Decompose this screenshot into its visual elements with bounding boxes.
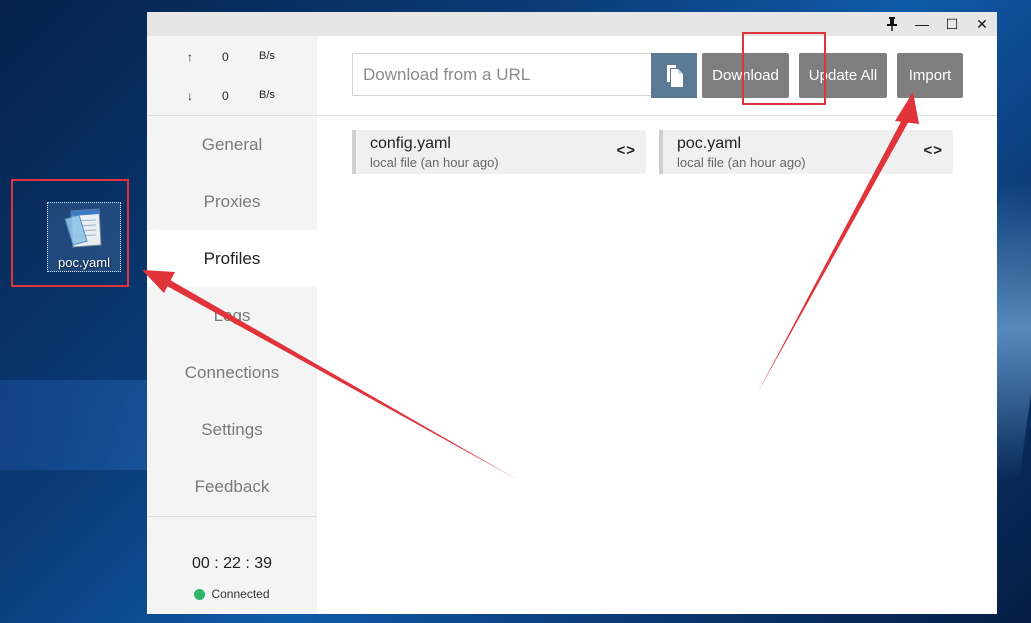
pin-button[interactable] bbox=[877, 12, 907, 36]
sidebar: ↑ 0 B/s ↓ 0 B/s General Proxies Profiles… bbox=[147, 36, 317, 614]
uptime-timer: 00 : 22 : 39 bbox=[191, 555, 273, 572]
sidebar-item-feedback[interactable]: Feedback bbox=[147, 458, 317, 515]
connection-status-panel: 00 : 22 : 39 Connected bbox=[147, 516, 317, 615]
download-unit: B/s bbox=[259, 89, 275, 101]
sidebar-item-logs[interactable]: Logs bbox=[147, 287, 317, 344]
minimize-button[interactable]: — bbox=[907, 12, 937, 36]
maximize-button[interactable]: ☐ bbox=[937, 12, 967, 36]
profile-card-poc[interactable]: poc.yaml local file (an hour ago) <> bbox=[659, 130, 953, 174]
download-speed: ↓ 0 B/s bbox=[147, 86, 317, 106]
profile-subtitle: local file (an hour ago) bbox=[370, 155, 499, 170]
desktop-light-streak bbox=[0, 380, 150, 470]
profile-name: config.yaml bbox=[370, 135, 451, 152]
pin-icon bbox=[887, 17, 897, 31]
paste-icon bbox=[667, 64, 683, 87]
status-badge: Connected bbox=[147, 587, 317, 601]
profile-subtitle: local file (an hour ago) bbox=[677, 155, 806, 170]
title-bar: — ☐ ✕ bbox=[147, 12, 997, 36]
upload-value: 0 bbox=[222, 50, 229, 64]
edit-code-icon[interactable]: <> bbox=[923, 142, 943, 159]
profiles-toolbar: Download Update All Import bbox=[317, 36, 997, 116]
upload-speed: ↑ 0 B/s bbox=[147, 47, 317, 67]
profile-card-config[interactable]: config.yaml local file (an hour ago) <> bbox=[352, 130, 646, 174]
close-button[interactable]: ✕ bbox=[967, 12, 997, 36]
annotation-highlight-box bbox=[742, 32, 826, 105]
sidebar-item-profiles[interactable]: Profiles bbox=[147, 230, 317, 287]
upload-arrow-icon: ↑ bbox=[187, 50, 193, 64]
profile-name: poc.yaml bbox=[677, 135, 742, 152]
traffic-monitor: ↑ 0 B/s ↓ 0 B/s bbox=[147, 36, 317, 116]
sidebar-item-settings[interactable]: Settings bbox=[147, 401, 317, 458]
app-window: — ☐ ✕ ↑ 0 B/s ↓ 0 B/s General Proxies Pr… bbox=[147, 12, 997, 614]
download-value: 0 bbox=[222, 89, 229, 103]
url-input[interactable] bbox=[352, 53, 651, 96]
edit-code-icon[interactable]: <> bbox=[616, 142, 636, 159]
status-text: Connected bbox=[211, 587, 270, 601]
upload-unit: B/s bbox=[259, 50, 275, 62]
sidebar-item-general[interactable]: General bbox=[147, 116, 317, 173]
profiles-panel: Download Update All Import config.yaml l… bbox=[317, 36, 997, 614]
download-arrow-icon: ↓ bbox=[187, 89, 193, 103]
sidebar-item-connections[interactable]: Connections bbox=[147, 344, 317, 401]
status-dot-icon bbox=[194, 588, 206, 600]
paste-button[interactable] bbox=[651, 53, 697, 98]
annotation-highlight-box bbox=[11, 179, 129, 287]
import-button[interactable]: Import bbox=[897, 53, 963, 98]
sidebar-item-proxies[interactable]: Proxies bbox=[147, 173, 317, 230]
